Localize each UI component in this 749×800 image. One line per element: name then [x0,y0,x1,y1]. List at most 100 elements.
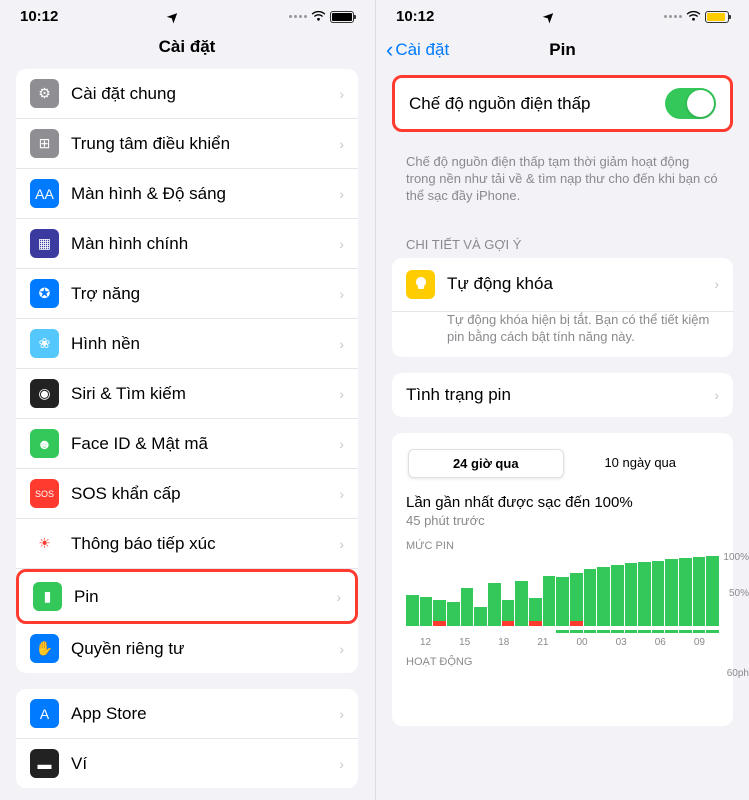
chevron-right-icon: › [339,486,344,502]
row-icon: ⊞ [30,129,59,158]
tab-10d[interactable]: 10 ngày qua [564,449,718,478]
settings-row-h-nh-n-n[interactable]: ❀ Hình nền› [16,319,358,369]
settings-row-sos-kh-n-c-p[interactable]: SOS SOS khẩn cấp› [16,469,358,519]
low-power-label: Chế độ nguồn điện thấp [409,94,665,114]
settings-screen: 10:12 Cài đặt ⚙Cài đặt chung›⊞Trung tâm … [0,0,374,800]
low-power-group: Chế độ nguồn điện thấp [392,75,733,132]
tip-desc: Tự động khóa hiện bị tắt. Bạn có thể tiế… [433,312,733,358]
health-label: Tình trạng pin [406,385,714,405]
settings-row-trung-t-m-i-u-khi-n[interactable]: ⊞ Trung tâm điều khiển› [16,119,358,169]
low-power-row[interactable]: Chế độ nguồn điện thấp [395,78,730,129]
row-label: Pin [74,587,336,607]
chevron-right-icon: › [714,387,719,403]
row-icon: ▦ [30,229,59,258]
settings-row-siri-t-m-ki-m[interactable]: ◉ Siri & Tìm kiếm› [16,369,358,419]
chevron-right-icon: › [339,286,344,302]
status-time: 10:12 [396,8,434,25]
low-power-toggle[interactable] [665,88,716,119]
row-label: Hình nền [71,334,339,354]
row-icon: ☀ [30,529,59,558]
last-charge-title: Lần gần nhất được sạc đến 100% [406,494,719,511]
row-label: Trung tâm điều khiển [71,134,339,154]
chevron-left-icon: ‹ [386,37,393,63]
status-time: 10:12 [20,8,58,25]
activity-chart: 60ph [406,672,719,712]
location-icon [544,8,555,25]
settings-row-m-n-h-nh-s-ng[interactable]: AA Màn hình & Độ sáng› [16,169,358,219]
battery-icon [330,11,354,23]
y-60ph: 60ph [727,668,749,679]
y-50: 50% [729,588,749,599]
health-group: Tình trạng pin › [392,373,733,417]
status-right [289,11,354,23]
back-button[interactable]: ‹ Cài đặt [386,37,449,63]
chevron-right-icon: › [339,136,344,152]
row-icon: ▬ [30,749,59,778]
chevron-right-icon: › [339,86,344,102]
tips-group: Tự động khóa › Tự động khóa hiện bị tắt.… [392,258,733,358]
row-label: Siri & Tìm kiếm [71,384,339,404]
back-label: Cài đặt [395,40,449,60]
row-label: App Store [71,704,339,724]
bulb-icon [406,270,435,299]
row-label: Màn hình chính [71,234,339,254]
row-icon: ⚙ [30,79,59,108]
settings-row-pin[interactable]: ▮ Pin› [16,569,358,624]
chevron-right-icon: › [339,706,344,722]
settings-row-c-i-t-chung[interactable]: ⚙ Cài đặt chung› [16,69,358,119]
chevron-right-icon: › [336,589,341,605]
row-label: Quyền riêng tư [71,639,339,659]
chevron-right-icon: › [714,276,719,292]
chevron-right-icon: › [339,236,344,252]
battery-level-chart: 100% 50% [406,556,719,626]
status-bar: 10:12 [0,0,374,29]
battery-screen: 10:12 ‹ Cài đặt Pin Chế độ nguồn điện th… [375,0,749,800]
row-label: Ví [71,754,339,774]
settings-row-face-id-m-t-m-[interactable]: ☻ Face ID & Mật mã› [16,419,358,469]
status-bar: 10:12 [376,0,749,29]
row-label: SOS khẩn cấp [71,484,339,504]
row-icon: ❀ [30,329,59,358]
row-icon: SOS [30,479,59,508]
chevron-right-icon: › [339,436,344,452]
low-power-footer: Chế độ nguồn điện thấp tạm thời giảm hoạ… [392,148,733,221]
settings-row-app-store[interactable]: A App Store› [16,689,358,739]
row-label: Thông báo tiếp xúc [71,534,339,554]
row-icon: A [30,699,59,728]
row-label: Cài đặt chung [71,84,339,104]
wifi-icon [686,11,701,22]
page-title: Cài đặt [0,29,374,69]
last-charge-sub: 45 phút trước [406,513,719,528]
page-title: Pin [549,40,575,60]
level-label: MỨC PIN [406,540,719,552]
wifi-icon [311,11,326,22]
row-label: Face ID & Mật mã [71,434,339,454]
status-right [664,11,729,23]
tab-24h[interactable]: 24 giờ qua [408,449,564,478]
location-icon [168,8,179,25]
settings-row-quy-n-ri-ng-t-[interactable]: ✋Quyền riêng tư› [16,624,358,673]
settings-row-m-n-h-nh-ch-nh[interactable]: ▦ Màn hình chính› [16,219,358,269]
activity-label: HOẠT ĐỘNG [406,656,719,668]
row-icon: ◉ [30,379,59,408]
row-icon: ▮ [33,582,62,611]
settings-row-tr-n-ng[interactable]: ✪Trợ năng› [16,269,358,319]
row-label: Trợ năng [71,284,339,304]
settings-row-v-[interactable]: ▬ Ví› [16,739,358,788]
row-label: Màn hình & Độ sáng [71,184,339,204]
row-icon: AA [30,179,59,208]
time-range-tabs: 24 giờ qua 10 ngày qua [406,447,719,480]
row-icon: ☻ [30,429,59,458]
settings-row-th-ng-b-o-ti-p-x-c[interactable]: ☀Thông báo tiếp xúc› [16,519,358,569]
battery-health-row[interactable]: Tình trạng pin › [392,373,733,417]
usage-card: 24 giờ qua 10 ngày qua Lần gần nhất được… [392,433,733,726]
tips-header: CHI TIẾT VÀ GỢI Ý [392,221,733,258]
row-icon: ✋ [30,634,59,663]
chevron-right-icon: › [339,186,344,202]
battery-icon [705,11,729,23]
y-100: 100% [723,552,749,563]
autolock-tip-row[interactable]: Tự động khóa › [392,258,733,312]
chevron-right-icon: › [339,756,344,772]
chevron-right-icon: › [339,336,344,352]
chevron-right-icon: › [339,386,344,402]
